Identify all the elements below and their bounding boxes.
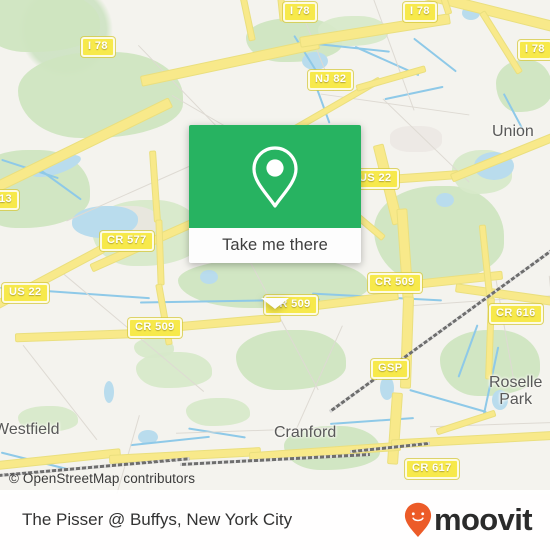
- shield-cr509-3: CR 509: [128, 318, 182, 338]
- shield-cr13: 13: [0, 190, 20, 210]
- shield-us22-2: US 22: [2, 283, 49, 303]
- moovit-pin-smiley-icon: [404, 502, 432, 537]
- place-label-roselle-park: Roselle Park: [489, 374, 542, 408]
- shield-i78-1: I 78: [81, 37, 115, 57]
- popup-image-area: [189, 125, 361, 228]
- place-label-roselle-park-line2: Park: [499, 391, 533, 408]
- place-label-cranford-text: Cranford: [274, 424, 337, 441]
- place-label-roselle-park-line1: Roselle: [489, 374, 543, 391]
- park-area: [186, 398, 250, 426]
- shield-i78-2: I 78: [283, 2, 317, 22]
- take-me-there-button[interactable]: Take me there: [189, 228, 361, 263]
- water-body: [200, 270, 218, 284]
- shield-cr509-2: CR 509: [368, 273, 422, 293]
- footer-bar: The Pisser @ Buffys, New York City moovi…: [0, 490, 550, 550]
- map-attribution[interactable]: © OpenStreetMap contributors: [9, 471, 195, 486]
- place-label-westfield-text: Westfield: [0, 421, 60, 438]
- water-body: [104, 381, 114, 403]
- water-body: [436, 193, 454, 207]
- shield-cr577: CR 577: [100, 231, 154, 251]
- shield-cr617: CR 617: [405, 459, 459, 479]
- place-label-cranford: Cranford: [274, 424, 336, 441]
- moovit-wordmark: moovit: [433, 502, 533, 537]
- moovit-brand[interactable]: moovit: [404, 502, 533, 538]
- shield-i78-4: I 78: [518, 40, 550, 60]
- place-label-westfield: Westfield: [0, 421, 60, 438]
- shield-cr616: CR 616: [489, 304, 543, 324]
- place-label-union: Union: [492, 123, 534, 140]
- location-popup-card[interactable]: Take me there: [189, 125, 361, 309]
- location-title: The Pisser @ Buffys, New York City: [22, 510, 293, 529]
- shield-gsp: GSP: [371, 359, 410, 379]
- map-canvas[interactable]: I 78 I 78 I 78 I 78 NJ 82 13 CR 577 US 2…: [0, 0, 550, 494]
- screenshot-root: I 78 I 78 I 78 I 78 NJ 82 13 CR 577 US 2…: [0, 0, 550, 550]
- map-pin-icon: [252, 145, 298, 208]
- popup-pointer: [261, 298, 289, 309]
- shield-nj82: NJ 82: [308, 70, 354, 90]
- place-label-union-text: Union: [492, 123, 534, 140]
- shield-i78-3: I 78: [403, 2, 437, 22]
- take-me-there-label: Take me there: [222, 236, 328, 254]
- park-area: [496, 60, 550, 112]
